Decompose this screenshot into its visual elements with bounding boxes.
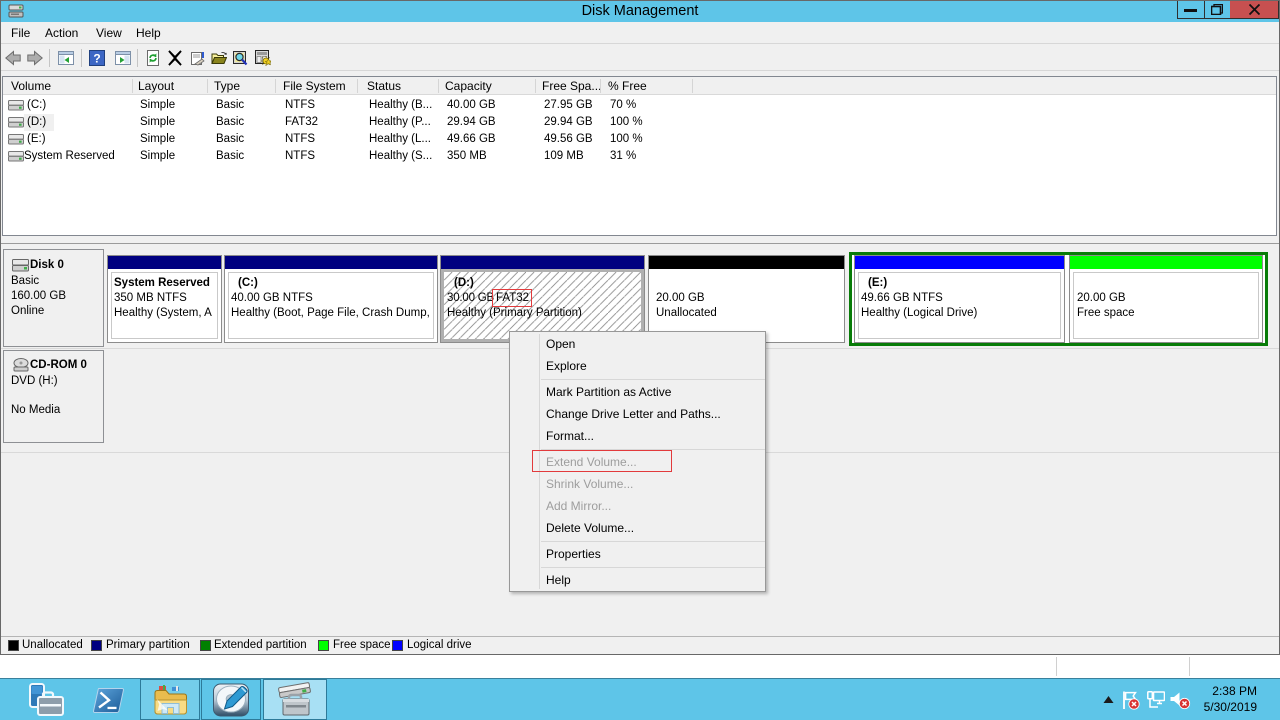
svg-text:?: ? <box>93 52 100 66</box>
